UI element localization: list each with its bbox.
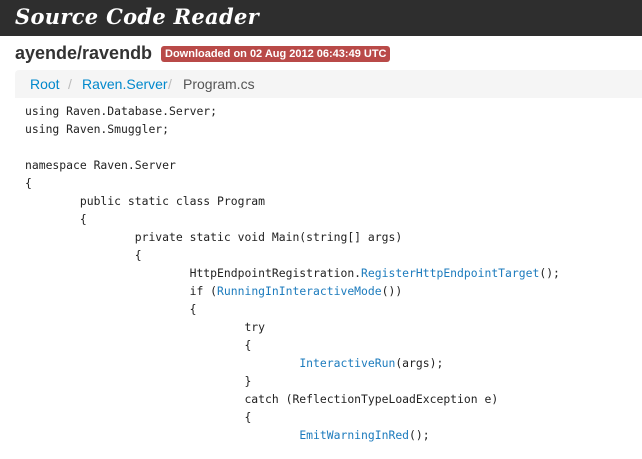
breadcrumb-current-file: Program.cs bbox=[183, 76, 255, 92]
code-line: InteractiveRun(args); bbox=[25, 354, 443, 372]
code-text-token: { bbox=[25, 248, 142, 262]
code-text-token: { bbox=[25, 176, 32, 190]
breadcrumb: Root / Raven.Server / Program.cs bbox=[15, 70, 642, 98]
code-method-token: RunningInInteractiveMode bbox=[217, 284, 382, 298]
code-viewer[interactable]: using Raven.Database.Server; using Raven.… bbox=[15, 98, 642, 459]
code-line: { bbox=[25, 408, 251, 426]
app-header: Source Code Reader bbox=[0, 0, 642, 36]
code-text-token: if ( bbox=[25, 284, 218, 298]
code-line: { bbox=[25, 246, 142, 264]
code-line: try bbox=[25, 318, 265, 336]
code-text-token: catch (ReflectionTypeLoadException e) bbox=[25, 392, 499, 406]
breadcrumb-root-link[interactable]: Root bbox=[30, 70, 60, 98]
code-line: private static void Main(string[] args) bbox=[25, 228, 402, 246]
code-line: { bbox=[25, 210, 87, 228]
code-line: { bbox=[25, 300, 197, 318]
repo-name[interactable]: ayende/ravendb bbox=[15, 43, 152, 64]
code-text-token: { bbox=[25, 212, 87, 226]
download-status-badge: Downloaded on 02 Aug 2012 06:43:49 UTC bbox=[161, 46, 391, 62]
code-text-token: { bbox=[25, 410, 252, 424]
code-line: HttpEndpointRegistration.RegisterHttpEnd… bbox=[25, 264, 560, 282]
code-text-token: using Raven.Database.Server; bbox=[25, 104, 218, 118]
code-text-token: using Raven.Smuggler; bbox=[25, 122, 170, 136]
code-line: using Raven.Smuggler; bbox=[25, 120, 169, 138]
repo-header: ayende/ravendb Downloaded on 02 Aug 2012… bbox=[0, 36, 642, 70]
code-text-token: namespace Raven.Server bbox=[25, 158, 176, 172]
code-method-token: RegisterHttpEndpointTarget bbox=[361, 266, 540, 280]
code-line: { bbox=[25, 174, 32, 192]
breadcrumb-raven-server-link[interactable]: Raven.Server bbox=[82, 70, 168, 98]
code-line: using Raven.Database.Server; bbox=[25, 102, 217, 120]
code-text-token: ()) bbox=[381, 284, 403, 298]
code-line: namespace Raven.Server bbox=[25, 156, 176, 174]
code-text-token: try bbox=[25, 320, 266, 334]
code-method-token: EmitWarningInRed bbox=[299, 428, 410, 442]
code-text-token: (); bbox=[409, 428, 430, 442]
app-title: Source Code Reader bbox=[15, 4, 259, 29]
code-line: } bbox=[25, 372, 251, 390]
code-text-token: (args); bbox=[395, 356, 444, 370]
code-line: EmitWarningInRed(); bbox=[25, 426, 430, 444]
code-text-token: (); bbox=[539, 266, 560, 280]
code-line: public static class Program bbox=[25, 192, 265, 210]
code-line: if (RunningInInteractiveMode()) bbox=[25, 282, 403, 300]
code-text-token: HttpEndpointRegistration. bbox=[25, 266, 362, 280]
code-text-token: { bbox=[25, 302, 197, 316]
code-line: { bbox=[25, 336, 251, 354]
breadcrumb-separator: / bbox=[168, 76, 172, 92]
code-text-token: private static void Main(string[] args) bbox=[25, 230, 403, 244]
code-method-token: InteractiveRun bbox=[299, 356, 396, 370]
code-text-token: public static class Program bbox=[25, 194, 266, 208]
code-text-token: } bbox=[25, 374, 252, 388]
breadcrumb-separator: / bbox=[68, 76, 72, 92]
code-text-token: { bbox=[25, 338, 252, 352]
code-line: catch (ReflectionTypeLoadException e) bbox=[25, 390, 498, 408]
